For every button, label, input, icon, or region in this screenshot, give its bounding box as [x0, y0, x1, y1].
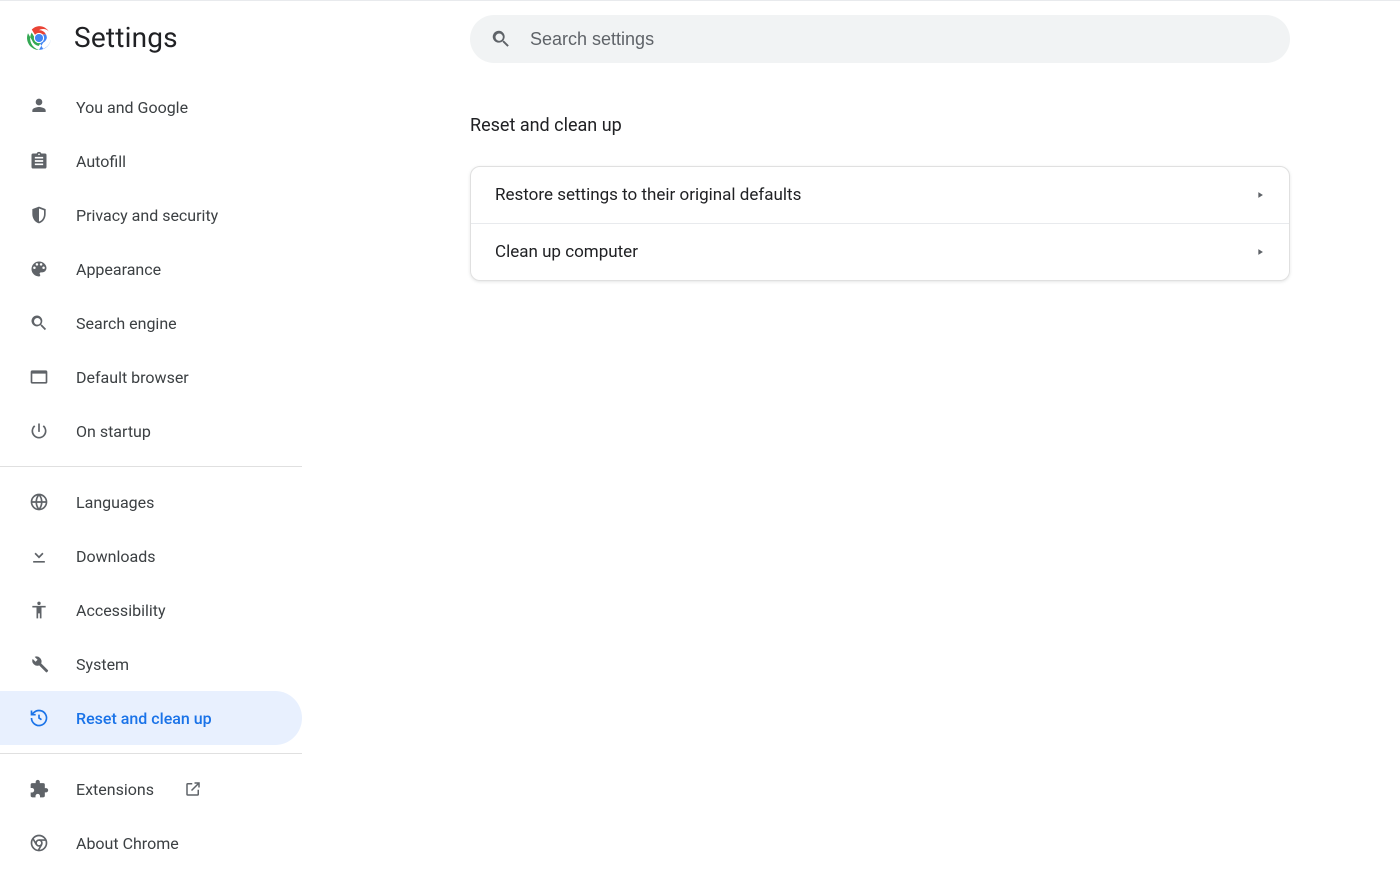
row-label: Clean up computer: [495, 242, 638, 262]
sidebar-item-label: Accessibility: [76, 601, 166, 620]
restore-icon: [28, 707, 50, 729]
sidebar-item-label: Autofill: [76, 152, 126, 171]
row-label: Restore settings to their original defau…: [495, 185, 801, 205]
sidebar-item-on-startup[interactable]: On startup: [0, 404, 302, 458]
globe-icon: [28, 491, 50, 513]
sidebar-item-downloads[interactable]: Downloads: [0, 529, 302, 583]
sidebar-item-label: Appearance: [76, 260, 161, 279]
section-title: Reset and clean up: [470, 115, 1290, 136]
search-input[interactable]: [530, 29, 1270, 50]
reset-section: Reset and clean up Restore settings to t…: [470, 115, 1290, 281]
settings-card: Restore settings to their original defau…: [470, 166, 1290, 281]
page-title: Settings: [74, 21, 178, 54]
sidebar-item-you-and-google[interactable]: You and Google: [0, 80, 302, 134]
clipboard-icon: [28, 150, 50, 172]
sidebar-item-label: About Chrome: [76, 834, 179, 853]
chevron-right-icon: [1255, 247, 1265, 257]
search-icon: [28, 312, 50, 334]
sidebar-item-label: Extensions: [76, 780, 154, 799]
sidebar-item-autofill[interactable]: Autofill: [0, 134, 302, 188]
sidebar-item-about[interactable]: About Chrome: [0, 816, 302, 870]
sidebar-item-label: Languages: [76, 493, 154, 512]
sidebar-item-reset[interactable]: Reset and clean up: [0, 691, 302, 745]
chevron-right-icon: [1255, 190, 1265, 200]
sidebar-item-label: Privacy and security: [76, 206, 218, 225]
row-restore-defaults[interactable]: Restore settings to their original defau…: [471, 167, 1289, 223]
person-icon: [28, 96, 50, 118]
sidebar-item-search-engine[interactable]: Search engine: [0, 296, 302, 350]
sidebar-item-languages[interactable]: Languages: [0, 475, 302, 529]
sidebar-item-system[interactable]: System: [0, 637, 302, 691]
sidebar-item-label: You and Google: [76, 98, 188, 117]
chrome-logo-icon: [26, 25, 52, 51]
brand: Settings: [0, 13, 302, 74]
extension-icon: [28, 778, 50, 800]
shield-icon: [28, 204, 50, 226]
sidebar-item-privacy[interactable]: Privacy and security: [0, 188, 302, 242]
sidebar-item-label: Search engine: [76, 314, 177, 333]
accessibility-icon: [28, 599, 50, 621]
main-content: Reset and clean up Restore settings to t…: [302, 1, 1400, 896]
sidebar-divider: [0, 466, 302, 467]
search-bar[interactable]: [470, 15, 1290, 63]
sidebar-item-appearance[interactable]: Appearance: [0, 242, 302, 296]
sidebar-item-label: System: [76, 655, 129, 674]
external-link-icon: [184, 780, 202, 798]
sidebar-item-label: Downloads: [76, 547, 155, 566]
sidebar-item-label: Reset and clean up: [76, 709, 212, 728]
download-icon: [28, 545, 50, 567]
power-icon: [28, 420, 50, 442]
sidebar-divider: [0, 753, 302, 754]
palette-icon: [28, 258, 50, 280]
sidebar-item-extensions[interactable]: Extensions: [0, 762, 302, 816]
sidebar-item-label: Default browser: [76, 368, 189, 387]
browser-icon: [28, 366, 50, 388]
search-icon: [490, 28, 512, 50]
sidebar-item-accessibility[interactable]: Accessibility: [0, 583, 302, 637]
row-clean-up-computer[interactable]: Clean up computer: [471, 223, 1289, 280]
chrome-outline-icon: [28, 832, 50, 854]
sidebar-nav: You and Google Autofill Privacy and secu…: [0, 74, 302, 870]
sidebar: Settings You and Google Autofill Privacy: [0, 1, 302, 896]
wrench-icon: [28, 653, 50, 675]
sidebar-item-default-browser[interactable]: Default browser: [0, 350, 302, 404]
sidebar-item-label: On startup: [76, 422, 151, 441]
